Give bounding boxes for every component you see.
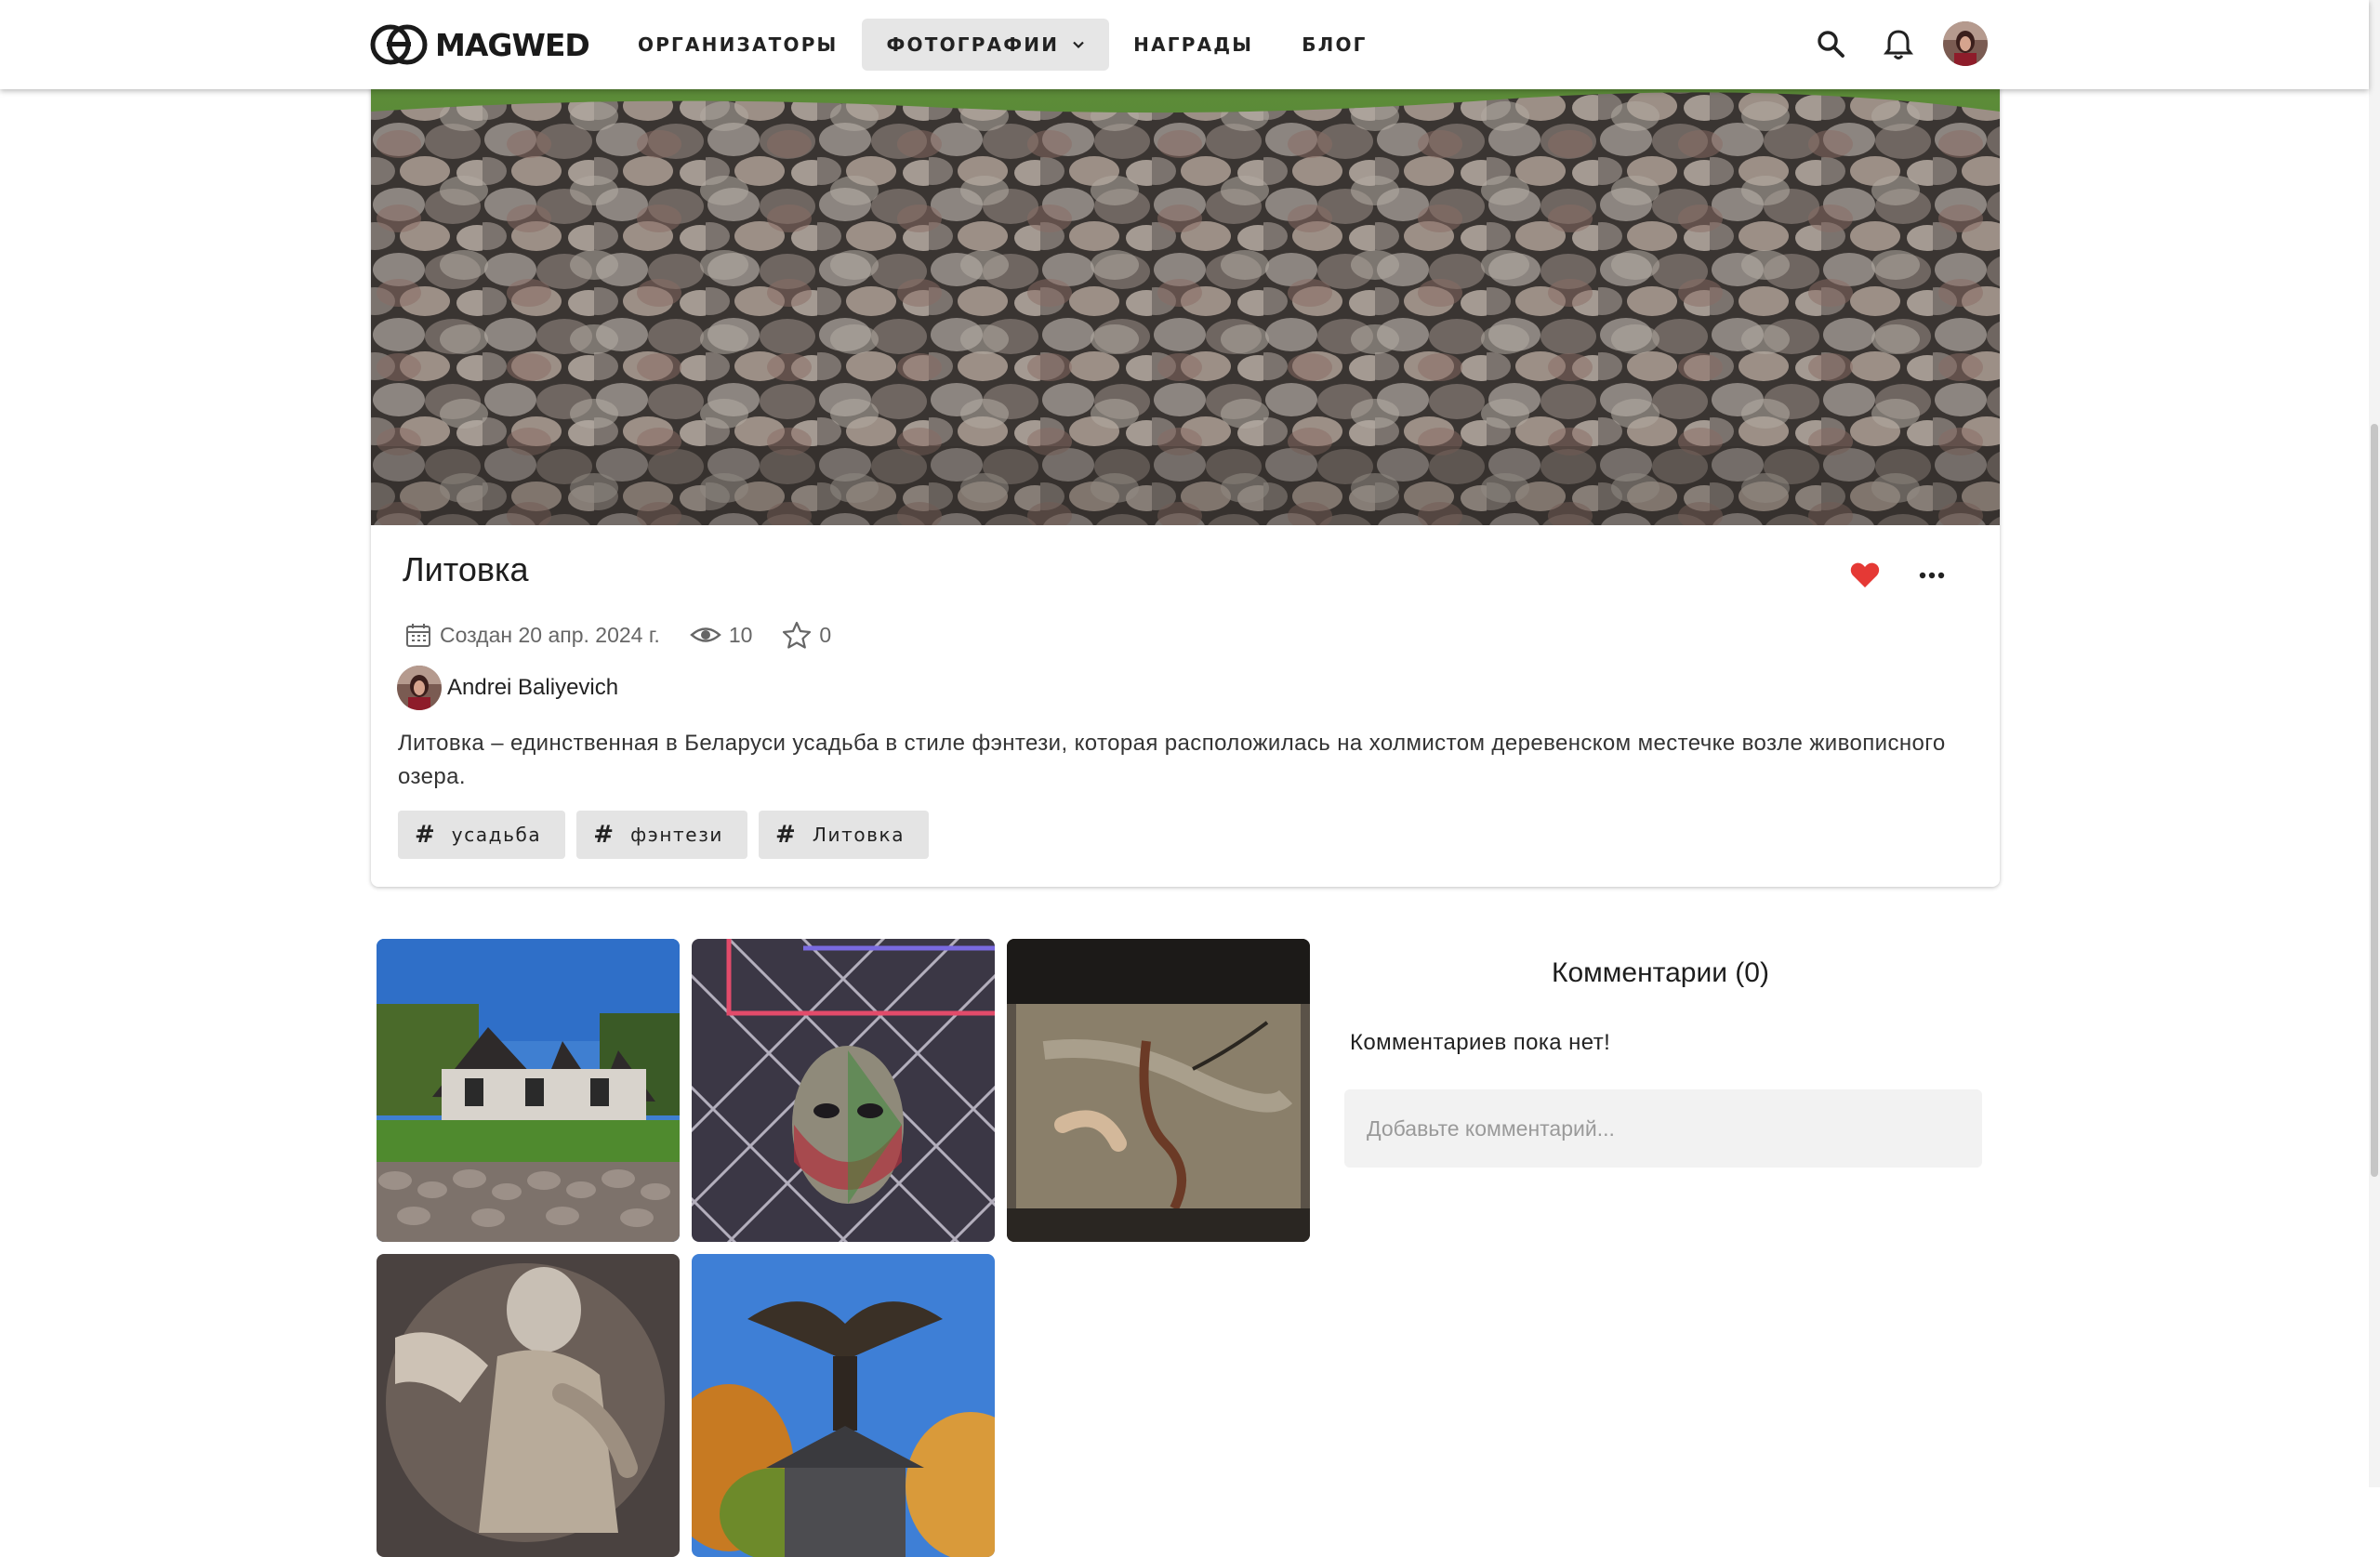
- photo-house-image: [377, 939, 680, 1242]
- chevron-down-icon: [1073, 41, 1084, 49]
- album-description: Литовка – единственная в Беларуси усадьб…: [398, 731, 1946, 789]
- calendar-icon: [406, 624, 430, 647]
- search-button[interactable]: [1809, 22, 1854, 67]
- photo-mask-image: [692, 939, 995, 1242]
- hash-icon: #: [775, 821, 796, 849]
- more-horizontal-icon: [1919, 572, 1945, 579]
- star-icon: [783, 621, 812, 649]
- eye-icon: [689, 627, 721, 642]
- views-count-text: 10: [728, 622, 753, 647]
- tag-label: фэнтези: [630, 824, 724, 846]
- author-avatar: [397, 666, 442, 710]
- page-scrollbar-thumb[interactable]: [2371, 424, 2378, 1177]
- comment-input[interactable]: [1344, 1089, 1982, 1168]
- gallery-photo-2[interactable]: [692, 939, 995, 1242]
- album-cover-image[interactable]: [371, 56, 2000, 525]
- photo-snake-image: [1007, 939, 1310, 1242]
- user-avatar[interactable]: [1943, 21, 1988, 66]
- search-icon: [1818, 31, 1844, 58]
- gallery-photo-3[interactable]: [1007, 939, 1310, 1242]
- notifications-button[interactable]: [1876, 22, 1921, 67]
- gallery-photo-1[interactable]: [377, 939, 680, 1242]
- stars-count: 0: [782, 621, 831, 649]
- heart-icon: [1850, 562, 1880, 587]
- nav-photos-label: ФОТОГРАФИИ: [886, 33, 1060, 56]
- tag-list: # усадьба # фэнтези # Литовка: [398, 811, 930, 859]
- author-avatar-image: [397, 666, 442, 710]
- tag-chip[interactable]: # усадьба: [398, 811, 566, 859]
- nav-photos-dropdown[interactable]: ФОТОГРАФИИ: [862, 19, 1110, 71]
- photo-eagle-image: [692, 1254, 995, 1557]
- photo-sculpture-image: [377, 1254, 680, 1557]
- main-nav: ОРГАНИЗАТОРЫ ФОТОГРАФИИ НАГРАДЫ БЛОГ: [614, 19, 1392, 71]
- magwed-logo-mark-icon: [370, 24, 428, 65]
- no-comments-text: Комментариев пока нет!: [1350, 1030, 1611, 1055]
- magwed-logo[interactable]: MAGWED: [370, 20, 590, 69]
- stars-count-text: 0: [819, 622, 832, 647]
- views-count: 10: [689, 621, 753, 649]
- bell-icon: [1884, 30, 1913, 59]
- author-name: Andrei Baliyevich: [447, 675, 619, 700]
- logo-text: MAGWED: [435, 26, 590, 63]
- tag-label: Литовка: [812, 824, 906, 846]
- nav-organizers-label: ОРГАНИЗАТОРЫ: [638, 33, 839, 56]
- user-avatar-image: [1943, 21, 1988, 66]
- gallery-photo-4[interactable]: [377, 1254, 680, 1557]
- more-options-button[interactable]: [1914, 558, 1950, 593]
- top-app-bar: MAGWED ОРГАНИЗАТОРЫ ФОТОГРАФИИ НАГРАДЫ Б…: [0, 0, 2369, 89]
- created-date-text: Создан 20 апр. 2024 г.: [440, 622, 660, 647]
- nav-awards[interactable]: НАГРАДЫ: [1109, 19, 1277, 71]
- nav-organizers[interactable]: ОРГАНИЗАТОРЫ: [614, 19, 862, 71]
- album-card: Литовка Создан 20 апр. 2024 г. 10 0 Andr…: [371, 56, 2000, 887]
- nav-blog-label: БЛОГ: [1302, 33, 1368, 56]
- hash-icon: #: [415, 821, 435, 849]
- hash-icon: #: [593, 821, 615, 849]
- tag-label: усадьба: [451, 824, 542, 846]
- album-title: Литовка: [403, 550, 529, 588]
- album-meta: Создан 20 апр. 2024 г. 10 0: [404, 612, 861, 658]
- created-date: Создан 20 апр. 2024 г.: [404, 621, 660, 649]
- like-button[interactable]: [1849, 560, 1881, 591]
- nav-blog[interactable]: БЛОГ: [1277, 19, 1391, 71]
- tag-chip[interactable]: # фэнтези: [576, 811, 748, 859]
- tag-chip[interactable]: # Литовка: [759, 811, 930, 859]
- nav-awards-label: НАГРАДЫ: [1133, 33, 1254, 56]
- author-link[interactable]: Andrei Baliyevich: [397, 664, 618, 712]
- gallery-photo-5[interactable]: [692, 1254, 995, 1557]
- comments-title: Комментарии (0): [1552, 957, 1769, 988]
